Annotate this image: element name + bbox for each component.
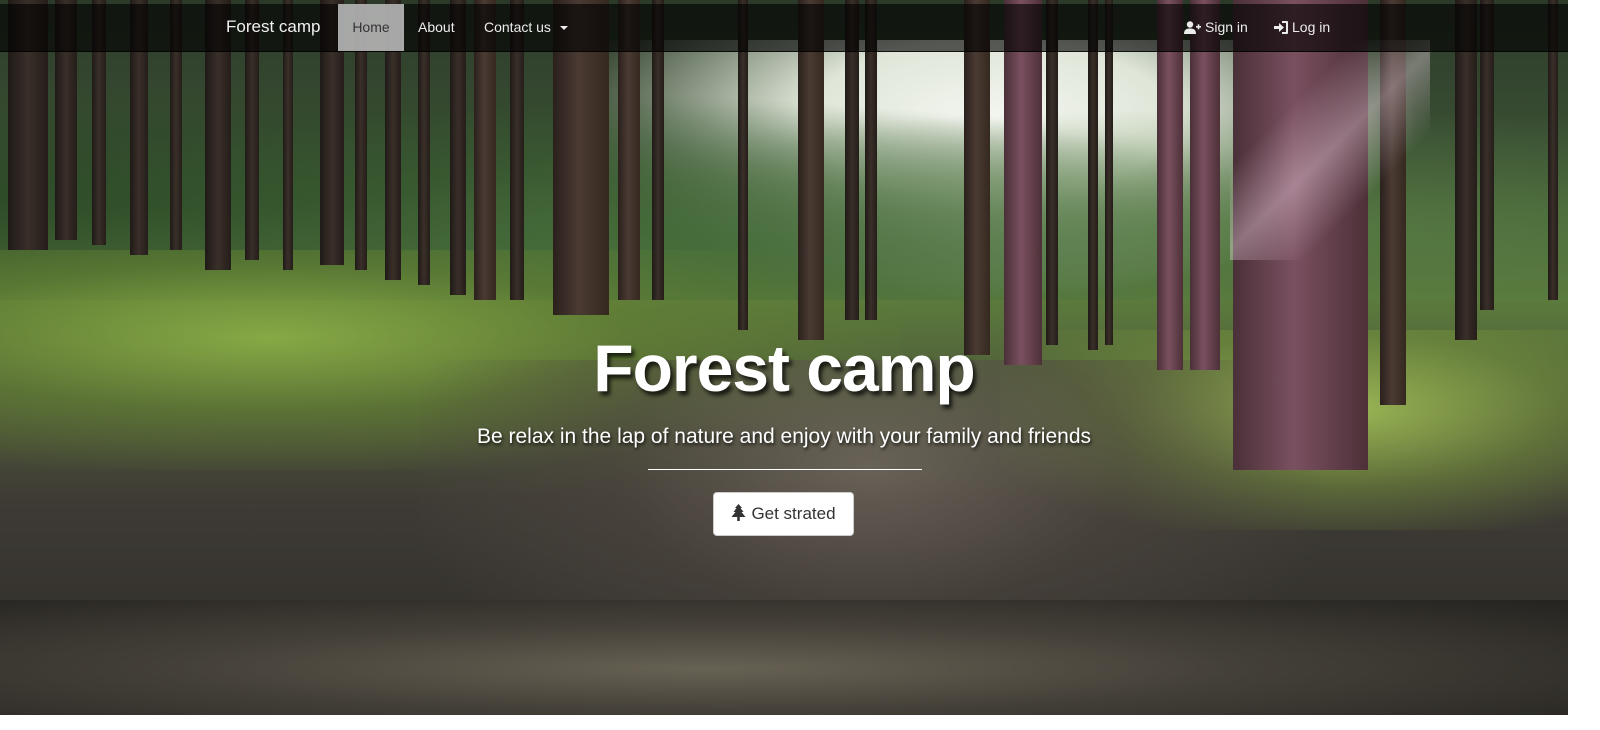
nav-item-sign-in[interactable]: Sign in (1170, 4, 1262, 51)
tree-trunk (1004, 0, 1042, 365)
sun-rays (1230, 40, 1430, 260)
get-started-button[interactable]: Get strated (713, 492, 854, 536)
tree-trunk (1190, 0, 1220, 370)
window-edge-right (1568, 0, 1600, 730)
nav-item-label: Log in (1292, 19, 1331, 35)
nav-item-label: Contact us (484, 19, 551, 35)
sign-in-icon (1274, 21, 1288, 34)
nav-item-home[interactable]: Home (338, 4, 404, 51)
tree-trunk (1157, 0, 1183, 370)
nav-item-contact-us[interactable]: Contact us (470, 4, 582, 51)
nav-item-log-in[interactable]: Log in (1260, 4, 1344, 51)
top-navbar: Forest camp Home About Contact us Sign i… (0, 4, 1568, 52)
foreground-log (0, 600, 1568, 715)
browser-viewport: Forest camp Home About Contact us Sign i… (0, 0, 1600, 730)
nav-item-label: Sign in (1205, 19, 1248, 35)
nav-item-label: Home (352, 19, 390, 35)
chevron-down-icon (559, 26, 568, 31)
window-edge-bottom (0, 715, 1568, 730)
hero-background: Forest camp Home About Contact us Sign i… (0, 0, 1568, 715)
user-plus-icon (1184, 21, 1201, 34)
get-started-label: Get strated (751, 504, 836, 523)
hero-divider (648, 469, 922, 470)
hero-subtitle: Be relax in the lap of nature and enjoy … (476, 425, 1091, 448)
hero-title: Forest camp (0, 330, 1568, 406)
tree-trunk (1088, 0, 1098, 350)
tree-icon (731, 504, 746, 521)
nav-item-label: About (418, 19, 455, 35)
hero-title-text: Forest camp (593, 331, 975, 405)
nav-item-about[interactable]: About (404, 4, 469, 51)
navbar-brand[interactable]: Forest camp (226, 17, 320, 37)
tree-trunk (964, 0, 990, 355)
